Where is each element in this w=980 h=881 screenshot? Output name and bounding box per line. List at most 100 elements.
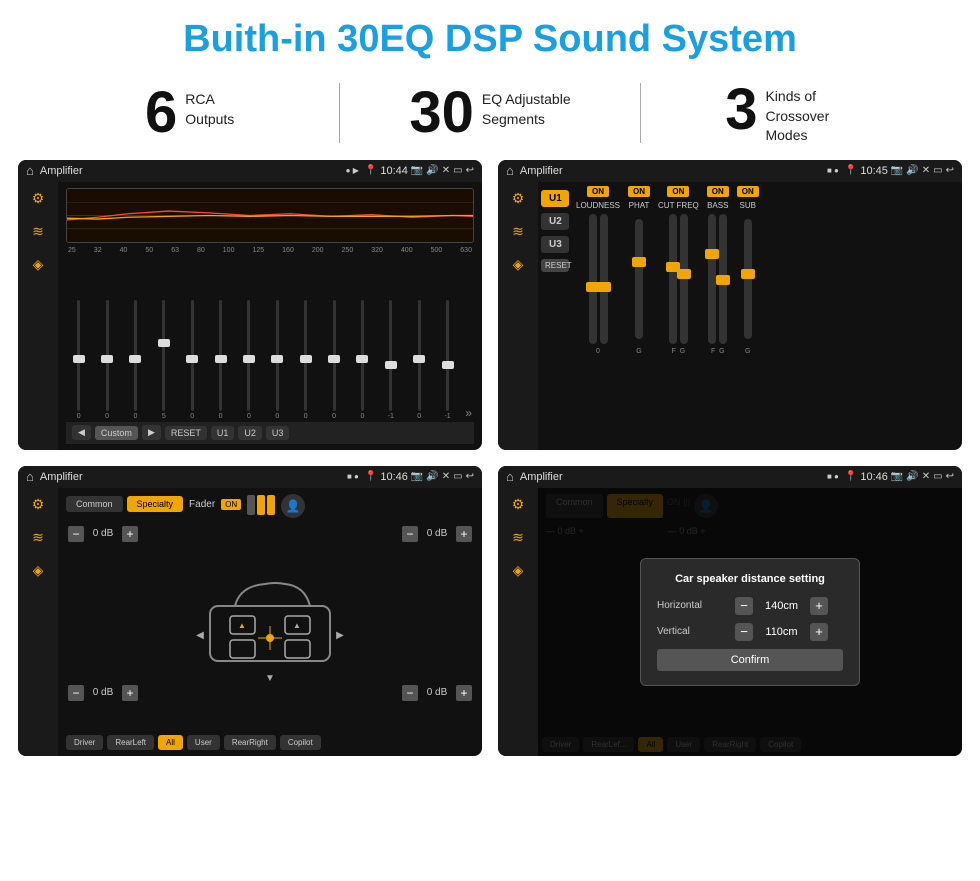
vertical-label: Vertical: [657, 626, 727, 637]
wave-icon-3[interactable]: ≋: [32, 529, 44, 546]
custom-btn[interactable]: Custom: [95, 426, 138, 440]
eq-slider-13[interactable]: -1: [435, 300, 460, 420]
eq-icon-2[interactable]: ⚙: [512, 190, 525, 207]
horizontal-plus-btn[interactable]: +: [810, 597, 828, 615]
eq-slider-6[interactable]: 0: [236, 300, 261, 420]
bass-slider-f[interactable]: [708, 214, 716, 344]
db-plus-bl[interactable]: +: [122, 685, 138, 701]
eq-icon-4[interactable]: ⚙: [512, 496, 525, 513]
volume-icon-1: 🔊: [426, 165, 438, 176]
cutfreq-slider-f[interactable]: [669, 214, 677, 344]
user-btn-3[interactable]: User: [187, 735, 220, 750]
dots-icon-2: ■ ●: [827, 166, 839, 175]
home-icon-2[interactable]: ⌂: [506, 163, 514, 178]
u2-btn-1[interactable]: U2: [238, 426, 262, 440]
u1-btn-1[interactable]: U1: [211, 426, 235, 440]
reset-btn-2[interactable]: RESET: [541, 259, 569, 272]
eq-slider-0[interactable]: 0: [66, 300, 91, 420]
eq-slider-12[interactable]: 0: [407, 300, 432, 420]
reset-btn-1[interactable]: RESET: [165, 426, 207, 440]
eq-slider-11[interactable]: -1: [378, 300, 403, 420]
phat-slider[interactable]: [635, 219, 643, 339]
eq-slider-8[interactable]: 0: [293, 300, 318, 420]
eq-slider-1[interactable]: 0: [94, 300, 119, 420]
expand-icon[interactable]: »: [463, 406, 474, 420]
eq-slider-7[interactable]: 0: [265, 300, 290, 420]
db-minus-br[interactable]: −: [402, 685, 418, 701]
home-icon-3[interactable]: ⌂: [26, 469, 34, 484]
eq-slider-5[interactable]: 0: [208, 300, 233, 420]
db-plus-br[interactable]: +: [456, 685, 472, 701]
sub-on[interactable]: ON: [737, 186, 759, 197]
profile-icon[interactable]: 👤: [281, 494, 305, 518]
wave-icon[interactable]: ≋: [32, 223, 44, 240]
car-diagram-svg: ▲ ▲ ◀ ▶ ▼: [180, 566, 360, 686]
u3-btn-1[interactable]: U3: [266, 426, 290, 440]
driver-btn[interactable]: Driver: [66, 735, 103, 750]
eq-main: 253240506380 100125160200250320 40050063…: [58, 182, 482, 450]
fader-on-badge[interactable]: ON: [221, 499, 241, 510]
back-icon-2[interactable]: ↩: [946, 165, 954, 176]
eq-slider-3[interactable]: 5: [151, 300, 176, 420]
rearleft-btn[interactable]: RearLeft: [107, 735, 154, 750]
camera-icon-3: 📷: [411, 471, 423, 482]
vertical-plus-btn[interactable]: +: [810, 623, 828, 641]
u2-channel-btn[interactable]: U2: [541, 213, 569, 230]
db-plus-tl[interactable]: +: [122, 526, 138, 542]
top-controls: Common Specialty Fader ON 👤: [66, 494, 474, 518]
wave-icon-2[interactable]: ≋: [512, 223, 524, 240]
db-plus-tr[interactable]: +: [456, 526, 472, 542]
prev-btn[interactable]: ◀: [72, 425, 91, 440]
eq-graph: [66, 188, 474, 243]
specialty-tab[interactable]: Specialty: [127, 496, 184, 512]
fader-bar-3[interactable]: [267, 495, 275, 515]
fader-bar-2[interactable]: [257, 495, 265, 515]
bass-label: BASS: [707, 201, 728, 210]
db-minus-tr[interactable]: −: [402, 526, 418, 542]
eq-slider-10[interactable]: 0: [350, 300, 375, 420]
all-btn[interactable]: All: [158, 735, 183, 750]
stat-rca-number: 6: [145, 84, 177, 142]
loudness-slider-l[interactable]: [589, 214, 597, 344]
confirm-button[interactable]: Confirm: [657, 649, 843, 671]
location-icon-1: 📍: [365, 165, 377, 176]
horizontal-minus-btn[interactable]: −: [735, 597, 753, 615]
phat-on[interactable]: ON: [628, 186, 650, 197]
bass-slider-g[interactable]: [719, 214, 727, 344]
stat-rca: 6 RCAOutputs: [60, 84, 319, 142]
u3-channel-btn[interactable]: U3: [541, 236, 569, 253]
u1-channel-btn[interactable]: U1: [541, 190, 569, 207]
eq-slider-4[interactable]: 0: [180, 300, 205, 420]
back-icon-1[interactable]: ↩: [466, 165, 474, 176]
next-btn[interactable]: ▶: [142, 425, 161, 440]
speaker-icon-3[interactable]: ◈: [33, 562, 44, 579]
speaker-icon[interactable]: ◈: [33, 256, 44, 273]
cutfreq-slider-g[interactable]: [680, 214, 688, 344]
wave-icon-4[interactable]: ≋: [512, 529, 524, 546]
equalizer-icon[interactable]: ⚙: [32, 190, 45, 207]
vertical-minus-btn[interactable]: −: [735, 623, 753, 641]
loudness-slider-r[interactable]: [600, 214, 608, 344]
eq-slider-9[interactable]: 0: [321, 300, 346, 420]
copilot-btn[interactable]: Copilot: [280, 735, 321, 750]
back-icon-4[interactable]: ↩: [946, 471, 954, 482]
back-icon-3[interactable]: ↩: [466, 471, 474, 482]
home-icon-4[interactable]: ⌂: [506, 469, 514, 484]
cutfreq-on[interactable]: ON: [667, 186, 689, 197]
speaker-icon-4[interactable]: ◈: [513, 562, 524, 579]
db-minus-tl[interactable]: −: [68, 526, 84, 542]
stat-rca-desc: RCAOutputs: [185, 84, 234, 129]
db-minus-bl[interactable]: −: [68, 685, 84, 701]
eq-slider-2[interactable]: 0: [123, 300, 148, 420]
bass-on[interactable]: ON: [707, 186, 729, 197]
sub-slider[interactable]: [744, 219, 752, 339]
eq-icon-3[interactable]: ⚙: [32, 496, 45, 513]
speaker-icon-2[interactable]: ◈: [513, 256, 524, 273]
home-icon-1[interactable]: ⌂: [26, 163, 34, 178]
camera-icon-2: 📷: [891, 165, 903, 176]
fader-bar-1[interactable]: [247, 495, 255, 515]
common-tab[interactable]: Common: [66, 496, 123, 512]
rearright-btn[interactable]: RearRight: [224, 735, 276, 750]
dialog-title: Car speaker distance setting: [657, 573, 843, 585]
loudness-on[interactable]: ON: [587, 186, 609, 197]
